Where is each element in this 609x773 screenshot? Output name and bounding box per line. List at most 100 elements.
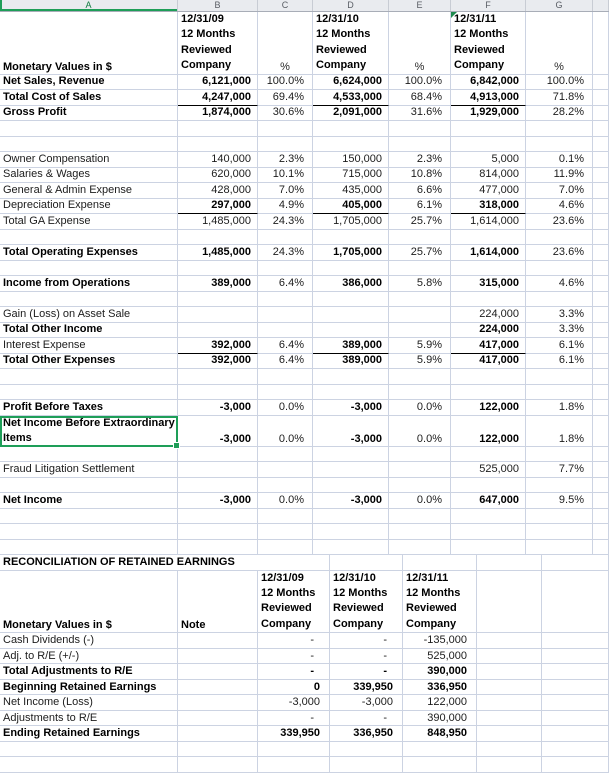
cell[interactable] xyxy=(403,555,477,571)
cell[interactable] xyxy=(593,245,609,261)
value-cell[interactable] xyxy=(178,384,258,401)
percent-header-cell[interactable]: % xyxy=(526,12,593,75)
note-cell[interactable] xyxy=(178,695,258,711)
percent-cell[interactable]: 0.0% xyxy=(389,493,451,509)
value-cell[interactable]: 336,950 xyxy=(403,679,477,696)
note-cell[interactable] xyxy=(178,741,258,758)
row-label-cell[interactable] xyxy=(0,446,178,463)
percent-cell[interactable] xyxy=(258,260,313,277)
value-cell[interactable] xyxy=(313,446,389,463)
cell[interactable] xyxy=(593,338,609,354)
percent-cell[interactable]: 6.1% xyxy=(389,198,451,215)
percent-cell[interactable] xyxy=(258,384,313,401)
percent-cell[interactable]: 7.7% xyxy=(526,462,593,478)
value-cell[interactable]: 428,000 xyxy=(178,183,258,199)
percent-header-cell[interactable]: % xyxy=(258,12,313,75)
percent-cell[interactable] xyxy=(389,524,451,540)
row-label-cell[interactable]: Income from Operations xyxy=(0,276,178,292)
value-cell[interactable] xyxy=(451,524,526,540)
value-cell[interactable]: 647,000 xyxy=(451,493,526,509)
monetary-values-header-cell[interactable]: Monetary Values in $ xyxy=(0,12,178,75)
value-cell[interactable] xyxy=(313,307,389,323)
cell[interactable] xyxy=(593,462,609,478)
percent-cell[interactable]: 0.0% xyxy=(258,415,313,447)
value-cell[interactable]: 417,000 xyxy=(451,353,526,370)
value-cell[interactable]: 1,705,000 xyxy=(313,245,389,261)
value-cell[interactable]: -3,000 xyxy=(313,400,389,416)
row-label-cell[interactable]: Cash Dividends (-) xyxy=(0,633,178,649)
value-cell[interactable]: 122,000 xyxy=(403,695,477,711)
row-label-cell[interactable] xyxy=(0,260,178,277)
percent-cell[interactable]: 100.0% xyxy=(526,74,593,91)
value-cell[interactable] xyxy=(451,121,526,137)
note-header-cell[interactable]: Note xyxy=(178,570,258,634)
value-cell[interactable]: 620,000 xyxy=(178,167,258,184)
percent-cell[interactable]: 100.0% xyxy=(389,74,451,91)
value-cell[interactable] xyxy=(178,121,258,137)
cell[interactable] xyxy=(593,353,609,370)
cell[interactable] xyxy=(593,415,609,447)
value-cell[interactable]: - xyxy=(258,710,330,727)
value-cell[interactable] xyxy=(403,757,477,773)
value-cell[interactable]: 392,000 xyxy=(178,338,258,354)
percent-cell[interactable] xyxy=(258,369,313,385)
note-cell[interactable] xyxy=(178,726,258,742)
row-label-cell[interactable] xyxy=(0,508,178,525)
cell[interactable] xyxy=(542,570,609,634)
percent-cell[interactable] xyxy=(526,477,593,494)
percent-cell[interactable]: 4.9% xyxy=(258,198,313,215)
cell[interactable] xyxy=(542,648,609,665)
cell[interactable] xyxy=(593,198,609,215)
value-cell[interactable]: 150,000 xyxy=(313,152,389,168)
value-cell[interactable] xyxy=(313,369,389,385)
value-cell[interactable] xyxy=(313,524,389,540)
value-cell[interactable] xyxy=(313,260,389,277)
value-cell[interactable] xyxy=(313,384,389,401)
note-cell[interactable] xyxy=(178,633,258,649)
value-cell[interactable] xyxy=(258,757,330,773)
period-header-cell[interactable]: 12/31/09 12 Months Reviewed Company xyxy=(258,570,330,634)
period-header-cell[interactable]: 12/31/11 12 Months Reviewed Company xyxy=(451,12,526,75)
percent-cell[interactable]: 4.6% xyxy=(526,198,593,215)
percent-cell[interactable]: 100.0% xyxy=(258,74,313,91)
percent-cell[interactable]: 6.1% xyxy=(526,338,593,354)
value-cell[interactable]: -3,000 xyxy=(178,493,258,509)
percent-cell[interactable] xyxy=(526,229,593,246)
percent-cell[interactable]: 2.3% xyxy=(258,152,313,168)
percent-cell[interactable]: 71.8% xyxy=(526,90,593,106)
row-label-cell[interactable]: Profit Before Taxes xyxy=(0,400,178,416)
column-header-e[interactable]: E xyxy=(389,0,451,11)
value-cell[interactable] xyxy=(451,477,526,494)
value-cell[interactable] xyxy=(178,462,258,478)
value-cell[interactable]: - xyxy=(330,710,403,727)
cell[interactable] xyxy=(477,648,542,665)
row-label-cell[interactable]: Total Other Income xyxy=(0,322,178,339)
value-cell[interactable]: 1,485,000 xyxy=(178,214,258,230)
value-cell[interactable]: 318,000 xyxy=(451,198,526,215)
percent-cell[interactable]: 31.6% xyxy=(389,105,451,122)
percent-cell[interactable]: 5.9% xyxy=(389,353,451,370)
percent-cell[interactable]: 7.0% xyxy=(526,183,593,199)
cell[interactable] xyxy=(477,757,542,773)
value-cell[interactable] xyxy=(178,524,258,540)
cell[interactable] xyxy=(542,757,609,773)
value-cell[interactable]: -3,000 xyxy=(313,415,389,447)
row-label-cell[interactable]: Net Income xyxy=(0,493,178,509)
percent-cell[interactable] xyxy=(389,291,451,308)
value-cell[interactable]: 336,950 xyxy=(330,726,403,742)
column-header-b[interactable]: B xyxy=(178,0,258,11)
row-label-cell[interactable]: Total Cost of Sales xyxy=(0,90,178,106)
value-cell[interactable]: 389,000 xyxy=(313,353,389,370)
percent-cell[interactable]: 25.7% xyxy=(389,245,451,261)
percent-cell[interactable]: 23.6% xyxy=(526,245,593,261)
cell[interactable] xyxy=(593,12,609,75)
value-cell[interactable]: 297,000 xyxy=(178,198,258,215)
cell[interactable] xyxy=(593,260,609,277)
percent-cell[interactable]: 6.4% xyxy=(258,338,313,354)
period-header-cell[interactable]: 12/31/10 12 Months Reviewed Company xyxy=(313,12,389,75)
percent-cell[interactable]: 23.6% xyxy=(526,214,593,230)
value-cell[interactable] xyxy=(178,307,258,323)
value-cell[interactable]: 6,624,000 xyxy=(313,74,389,91)
value-cell[interactable]: 6,842,000 xyxy=(451,74,526,91)
cell[interactable] xyxy=(542,664,609,680)
